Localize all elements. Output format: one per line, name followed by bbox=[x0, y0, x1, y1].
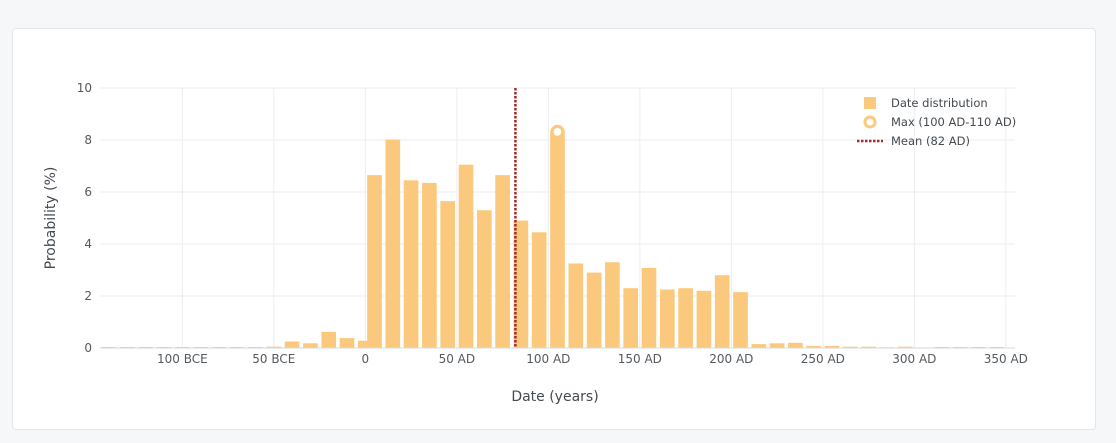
x-tick-label: 100 AD bbox=[526, 352, 570, 366]
bar bbox=[321, 331, 337, 348]
y-tick-label: 8 bbox=[84, 133, 92, 147]
bar bbox=[385, 139, 401, 348]
max-marker bbox=[550, 124, 565, 139]
bar bbox=[605, 262, 620, 348]
bar bbox=[678, 288, 693, 348]
legend-label-distribution: Date distribution bbox=[891, 96, 988, 110]
bar bbox=[531, 232, 547, 348]
bar bbox=[788, 342, 803, 348]
y-tick-label: 0 bbox=[84, 341, 92, 355]
y-tick-label: 6 bbox=[84, 185, 92, 199]
legend-label-max: Max (100 AD-110 AD) bbox=[891, 115, 1016, 129]
x-tick-label: 350 AD bbox=[984, 352, 1028, 366]
bar bbox=[303, 343, 318, 348]
bars bbox=[101, 130, 1005, 348]
y-tick-label: 2 bbox=[84, 289, 92, 303]
y-tick-label: 10 bbox=[77, 81, 92, 95]
bar bbox=[769, 343, 785, 348]
bar bbox=[403, 180, 419, 348]
x-axis-title: Date (years) bbox=[511, 389, 598, 405]
bar bbox=[714, 275, 730, 348]
x-tick-label: 50 BCE bbox=[252, 352, 295, 366]
bar bbox=[733, 292, 748, 348]
x-tick-label: 200 AD bbox=[709, 352, 753, 366]
bar bbox=[476, 210, 492, 348]
x-tick-label: 100 BCE bbox=[157, 352, 208, 366]
bar bbox=[659, 289, 675, 348]
bar bbox=[623, 288, 639, 348]
bar bbox=[586, 272, 602, 348]
bar bbox=[751, 344, 767, 348]
bar bbox=[641, 267, 657, 348]
bar bbox=[458, 164, 474, 348]
bar bbox=[696, 290, 712, 348]
x-tick-label: 50 AD bbox=[439, 352, 476, 366]
y-axis-title: Probability (%) bbox=[43, 167, 59, 270]
bar bbox=[367, 175, 382, 348]
x-tick-label: 250 AD bbox=[801, 352, 845, 366]
bar bbox=[550, 130, 565, 348]
y-tick-label: 4 bbox=[84, 237, 92, 251]
chart-svg: 0 2 4 6 8 10 100 BCE 50 BCE 0 50 AD 100 AD 150 AD 20… bbox=[43, 81, 1028, 405]
x-tick-label: 150 AD bbox=[618, 352, 662, 366]
bar bbox=[422, 182, 437, 348]
legend-swatch-bar bbox=[864, 97, 876, 109]
bar bbox=[440, 201, 456, 348]
bar bbox=[284, 341, 300, 348]
x-tick-label: 300 AD bbox=[892, 352, 936, 366]
bar bbox=[339, 338, 355, 348]
bar bbox=[568, 263, 584, 348]
bar bbox=[495, 175, 510, 348]
legend-swatch-max bbox=[863, 115, 877, 129]
legend-label-mean: Mean (82 AD) bbox=[891, 134, 970, 148]
x-tick-label: 0 bbox=[362, 352, 370, 366]
